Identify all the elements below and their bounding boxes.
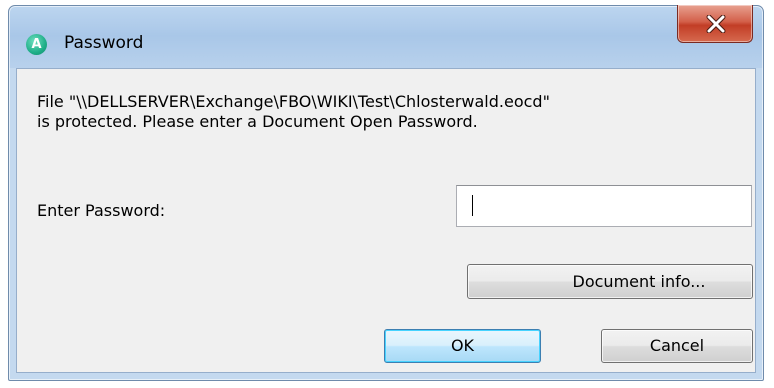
text-caret xyxy=(472,195,473,216)
dialog-body: File "\\DELLSERVER\Exchange\FBO\WIKI\Tes… xyxy=(16,68,756,373)
window-title: Password xyxy=(64,33,144,53)
close-button[interactable] xyxy=(677,5,753,43)
app-logo-icon: A xyxy=(26,34,47,55)
message-line-2: is protected. Please enter a Document Op… xyxy=(37,112,478,131)
password-input[interactable] xyxy=(456,185,752,227)
password-label: Enter Password: xyxy=(37,201,166,220)
message-line-1: File "\\DELLSERVER\Exchange\FBO\WIKI\Tes… xyxy=(37,92,550,111)
message-text: File "\\DELLSERVER\Exchange\FBO\WIKI\Tes… xyxy=(37,92,550,132)
title-bar[interactable]: A Password xyxy=(9,5,763,68)
ok-button[interactable]: OK xyxy=(384,329,541,363)
document-info-button[interactable]: Document info... xyxy=(467,264,753,299)
cancel-button[interactable]: Cancel xyxy=(601,329,753,363)
close-x-icon xyxy=(706,15,726,33)
password-dialog-window: A Password File "\\DELLSERVER\Exchange\F… xyxy=(8,5,764,381)
